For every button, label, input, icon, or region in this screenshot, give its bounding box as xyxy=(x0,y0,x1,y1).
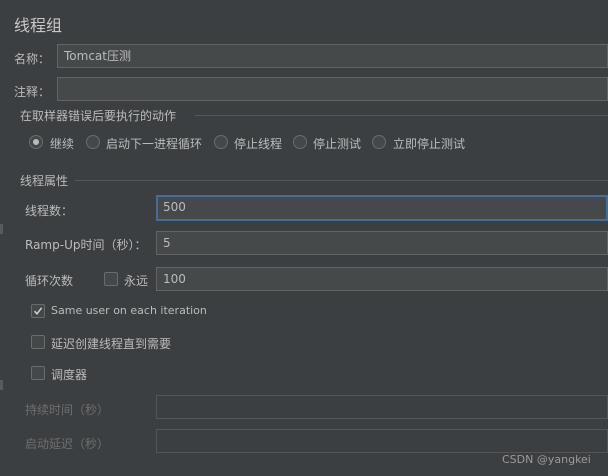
radio-start-next-loop-label[interactable]: 启动下一进程循环 xyxy=(106,135,202,152)
delay-create-checkbox[interactable] xyxy=(31,335,45,349)
delay-create-label[interactable]: 延迟创建线程直到需要 xyxy=(51,335,171,352)
threads-input[interactable]: 500 xyxy=(156,195,608,221)
forever-checkbox[interactable] xyxy=(104,272,118,286)
radio-continue-label[interactable]: 继续 xyxy=(50,135,74,152)
loop-count-input[interactable]: 100 xyxy=(156,267,608,291)
duration-label: 持续时间（秒） xyxy=(25,403,110,417)
comment-label: 注释： xyxy=(14,85,51,99)
thread-props-title: 线程属性 xyxy=(20,174,69,188)
radio-stop-test-now-label[interactable]: 立即停止测试 xyxy=(393,135,465,152)
startup-delay-input xyxy=(156,429,608,453)
watermark-text: CSDN @yangkei xyxy=(502,453,591,466)
comment-field[interactable] xyxy=(57,77,608,101)
radio-stop-test-now[interactable] xyxy=(372,135,386,149)
same-user-label[interactable]: Same user on each iteration xyxy=(51,304,207,317)
name-field[interactable]: Tomcat压测 xyxy=(57,44,608,68)
name-label: 名称： xyxy=(14,52,51,66)
duration-input xyxy=(156,395,608,419)
forever-label[interactable]: 永远 xyxy=(124,272,148,289)
group-divider xyxy=(195,115,608,116)
threads-label: 线程数： xyxy=(25,204,74,218)
radio-stop-thread-label[interactable]: 停止线程 xyxy=(234,135,282,152)
checkmark-icon xyxy=(33,307,43,316)
radio-start-next-loop[interactable] xyxy=(86,135,100,149)
loop-label: 循环次数 xyxy=(25,274,74,288)
scheduler-checkbox[interactable] xyxy=(31,366,45,380)
error-action-title: 在取样器错误后要执行的动作 xyxy=(20,109,177,123)
panel-title: 线程组 xyxy=(14,16,63,35)
same-user-checkbox[interactable] xyxy=(31,304,45,318)
startup-delay-label: 启动延迟（秒） xyxy=(25,437,110,451)
group-divider xyxy=(75,180,608,181)
splitter-grip[interactable] xyxy=(0,380,3,390)
rampup-label: Ramp-Up时间（秒）： xyxy=(25,238,147,252)
rampup-input[interactable]: 5 xyxy=(156,231,608,255)
radio-continue[interactable] xyxy=(29,135,43,149)
radio-stop-test[interactable] xyxy=(293,135,307,149)
scheduler-label[interactable]: 调度器 xyxy=(51,366,87,383)
radio-stop-test-label[interactable]: 停止测试 xyxy=(313,135,361,152)
radio-stop-thread[interactable] xyxy=(214,135,228,149)
splitter-grip[interactable] xyxy=(0,224,3,234)
